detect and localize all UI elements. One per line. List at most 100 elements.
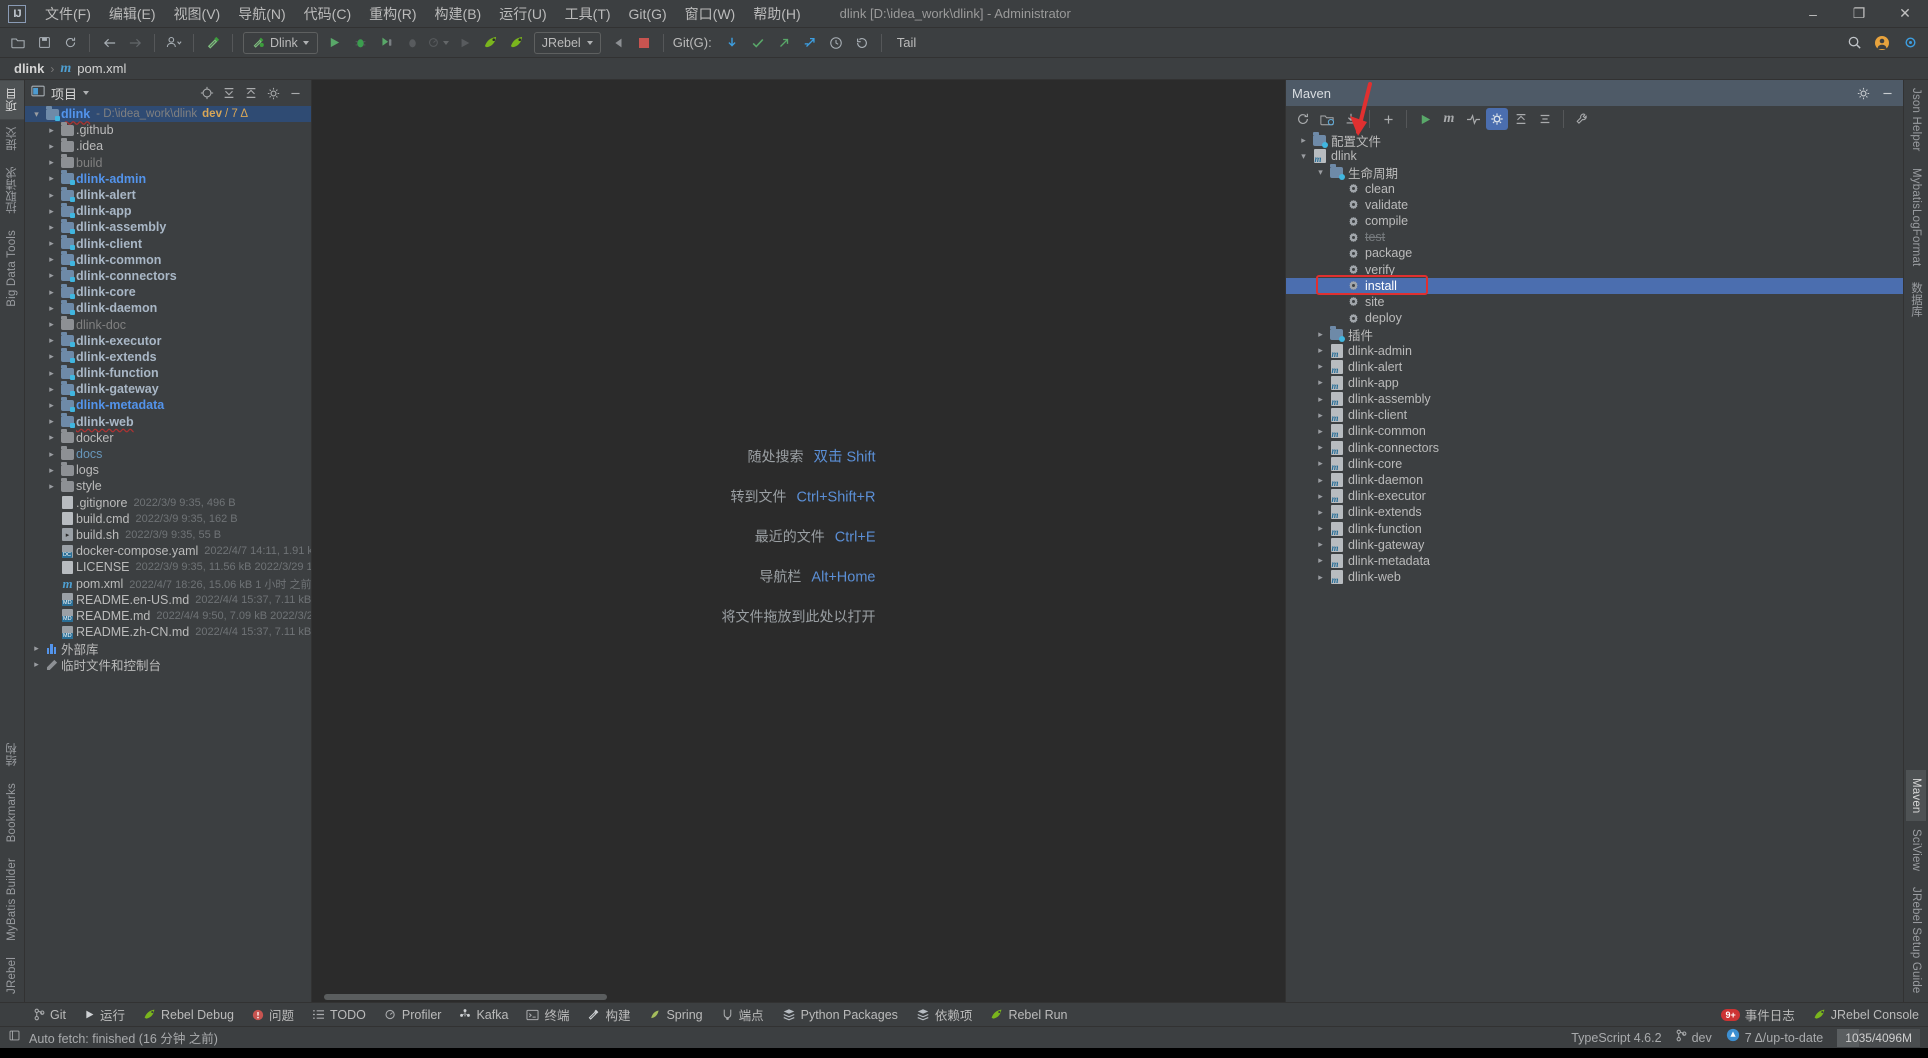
tool-todo[interactable]: TODO [303,1005,375,1025]
stop-icon[interactable] [632,31,656,55]
tool-dependencies[interactable]: 依赖项 [907,1002,982,1027]
tree-folder-row[interactable]: .github [25,121,311,138]
add-icon[interactable] [1377,108,1399,130]
menu-view[interactable]: 视图(V) [165,0,230,28]
expand-arrow-icon[interactable] [44,254,59,265]
forward-icon[interactable] [123,31,147,55]
menu-navigate[interactable]: 导航(N) [229,0,294,28]
debug-icon[interactable] [349,31,373,55]
tree-folder-row[interactable]: 临时文件和控制台 [25,656,311,673]
expand-arrow-icon[interactable] [44,335,59,346]
typescript-version[interactable]: TypeScript 4.6.2 [1571,1031,1661,1045]
tree-folder-row[interactable]: dlink-assembly [25,218,311,235]
update-project-icon[interactable] [720,31,744,55]
maven-tree-row[interactable]: 配置文件 [1286,132,1903,149]
expand-arrow-icon[interactable] [44,287,59,298]
revert-icon[interactable] [850,31,874,55]
maven-goal-row[interactable]: deploy [1286,310,1903,326]
stripe-mybatis-builder[interactable]: MyBatis Builder [2,850,22,949]
maven-tree-row[interactable]: 插件 [1286,325,1903,343]
maven-tree-row[interactable]: dlink [1286,148,1903,164]
tree-folder-row[interactable]: dlink-client [25,235,311,252]
tool-spring[interactable]: Spring [639,1005,711,1025]
close-button[interactable]: ✕ [1882,0,1928,28]
stripe-jrebel[interactable]: JRebel [2,949,22,1002]
tree-folder-row[interactable]: dlink-doc [25,316,311,332]
expand-all-icon[interactable] [219,83,239,103]
run-configuration-selector[interactable]: Dlink [243,31,318,54]
expand-arrow-icon[interactable] [44,157,59,168]
expand-arrow-icon[interactable] [1313,475,1328,486]
expand-arrow-icon[interactable] [1313,329,1328,340]
tree-folder-row[interactable]: dlink-core [25,283,311,300]
expand-arrow-icon[interactable] [29,109,44,120]
scrollbar-thumb[interactable] [324,994,607,1000]
toggle-skip-tests-icon[interactable] [1486,108,1508,130]
expand-arrow-icon[interactable] [44,125,59,136]
minimize-button[interactable]: – [1790,0,1836,28]
tree-file-row[interactable]: MD README.md 2022/4/4 9:50, 7.09 kB 2022/3… [25,608,311,624]
tree-file-row[interactable]: LICENSE 2022/3/9 9:35, 11.56 kB 2022/3/29… [25,559,311,575]
run-icon[interactable] [323,31,347,55]
back-icon[interactable] [97,31,121,55]
expand-arrow-icon[interactable] [44,238,59,249]
expand-arrow-icon[interactable] [44,351,59,362]
jrebel-run-icon[interactable] [479,31,503,55]
tree-folder-row[interactable]: dlink-daemon [25,299,311,316]
expand-arrow-icon[interactable] [44,465,59,476]
download-sources-icon[interactable] [1340,108,1362,130]
show-diagram-icon[interactable] [1534,108,1556,130]
stripe-commit[interactable]: 提交 [0,119,24,158]
push-icon[interactable] [772,31,796,55]
expand-arrow-icon[interactable] [1313,555,1328,566]
menu-edit[interactable]: 编辑(E) [100,0,165,28]
maven-tree-row[interactable]: dlink-connectors [1286,440,1903,456]
maven-tree-row[interactable]: dlink-app [1286,375,1903,391]
maven-goal-row[interactable]: package [1286,245,1903,261]
expand-arrow-icon[interactable] [44,190,59,201]
debug-dim-icon[interactable] [401,31,425,55]
vcs-status[interactable]: 7 Δ/up-to-date [1745,1031,1824,1045]
maven-hide-icon[interactable] [1877,83,1897,103]
expand-arrow-icon[interactable] [1313,426,1328,437]
add-maven-projects-icon[interactable] [1316,108,1338,130]
project-tree[interactable]: dlink - D:\idea_work\dlink dev/ 7 Δ .github… [25,106,311,1002]
tree-folder-row[interactable]: .idea [25,137,311,154]
stripe-pull-requests[interactable]: 拉取请求 [0,159,24,222]
expand-arrow-icon[interactable] [1313,523,1328,534]
tail-button[interactable]: Tail [889,33,925,52]
tool-rebel-run[interactable]: Rebel Run [981,1005,1076,1025]
tree-file-row[interactable]: m pom.xml 2022/4/7 18:26, 15.06 kB 1 小时 之前 [25,575,311,591]
run-coverage-icon[interactable] [375,31,399,55]
tree-folder-row[interactable]: dlink-common [25,251,311,268]
expand-arrow-icon[interactable] [1313,442,1328,453]
memory-indicator[interactable]: 1035/4096M [1837,1028,1920,1047]
account-icon[interactable] [1870,31,1894,55]
jrebel-debug-icon[interactable] [505,31,529,55]
tree-file-row[interactable]: MD README.en-US.md 2022/4/4 15:37, 7.11 kB… [25,592,311,608]
tool-jrebel-console[interactable]: JRebel Console [1804,1005,1928,1025]
tree-folder-row[interactable]: dlink-gateway [25,380,311,397]
open-folder-icon[interactable] [6,31,30,55]
expand-arrow-icon[interactable] [29,643,44,654]
stripe-jrebel-setup-guide[interactable]: JRebel Setup Guide [1906,879,1926,1002]
stripe-structure[interactable]: 结构 [0,735,24,774]
maven-tree-row[interactable]: dlink-client [1286,407,1903,423]
tree-file-row[interactable]: ▸ build.sh 2022/3/9 9:35, 55 B [25,527,311,543]
tree-folder-row[interactable]: dlink-connectors [25,267,311,284]
expand-arrow-icon[interactable] [44,270,59,281]
maven-goal-row[interactable]: clean [1286,181,1903,197]
tool-endpoints[interactable]: 端点 [712,1002,773,1027]
expand-arrow-icon[interactable] [44,400,59,411]
attach-icon[interactable] [606,31,630,55]
expand-arrow-icon[interactable] [1313,491,1328,502]
locate-icon[interactable] [197,83,217,103]
menu-file[interactable]: 文件(F) [36,0,100,28]
tree-file-row[interactable]: .gitignore 2022/3/9 9:35, 496 B [25,495,311,511]
maven-tree-row[interactable]: dlink-executor [1286,488,1903,504]
maven-goal-row[interactable]: verify [1286,262,1903,278]
expand-arrow-icon[interactable] [44,384,59,395]
maven-tree-row[interactable]: dlink-web [1286,569,1903,585]
tool-run[interactable]: 运行 [75,1002,134,1027]
maven-tree-row[interactable]: dlink-gateway [1286,537,1903,553]
